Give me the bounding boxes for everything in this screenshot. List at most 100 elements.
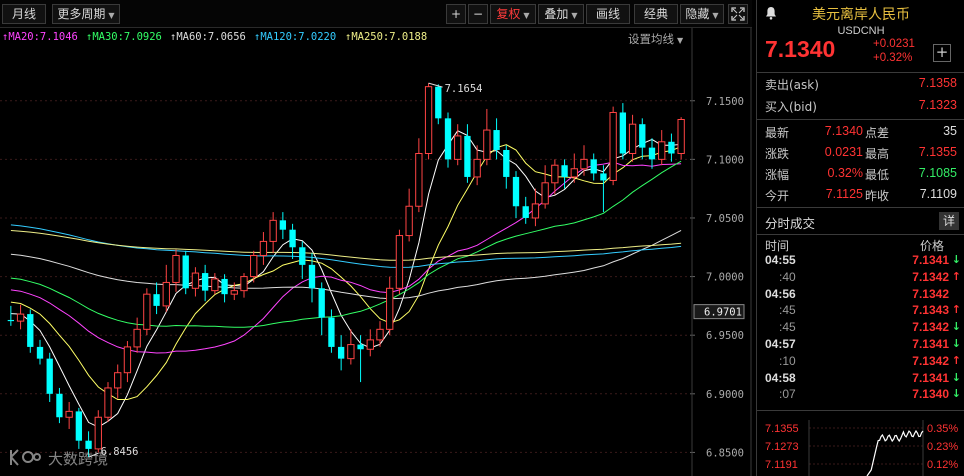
candle bbox=[503, 145, 510, 189]
trade-price: 7.1342 bbox=[912, 286, 949, 301]
candle-body bbox=[289, 229, 296, 248]
divider bbox=[757, 410, 964, 411]
more-periods-dropdown[interactable]: 更多周期 ▼ bbox=[52, 4, 120, 24]
candle bbox=[240, 273, 248, 298]
zoom-in-button[interactable]: + bbox=[446, 4, 466, 24]
candle-body bbox=[628, 123, 637, 154]
candle bbox=[16, 304, 25, 330]
candle bbox=[531, 188, 540, 227]
trade-price: 7.1341 bbox=[912, 253, 949, 267]
candle bbox=[541, 165, 549, 209]
candles bbox=[7, 83, 685, 458]
candle-body bbox=[658, 141, 666, 160]
candle bbox=[590, 153, 597, 181]
trade-time: :07 bbox=[779, 387, 796, 402]
pct-value: 0.32% bbox=[827, 166, 863, 180]
candle-body bbox=[444, 118, 452, 160]
candle-body bbox=[133, 328, 141, 348]
period-month-button[interactable]: 月线 bbox=[2, 4, 46, 24]
ma-line bbox=[10, 229, 682, 300]
mini-price-label: 7.1273 bbox=[765, 441, 799, 453]
candle-body bbox=[7, 319, 15, 322]
candle-body bbox=[512, 176, 520, 207]
classic-button[interactable]: 经典 bbox=[634, 4, 678, 24]
ma-line bbox=[10, 144, 682, 400]
candle bbox=[191, 267, 200, 297]
candle-body bbox=[347, 344, 355, 360]
candle-body bbox=[473, 158, 481, 178]
divider bbox=[757, 72, 964, 73]
candle bbox=[221, 274, 228, 303]
candle bbox=[211, 273, 219, 295]
candle-body bbox=[230, 290, 238, 295]
candle bbox=[328, 309, 335, 353]
candle-body bbox=[16, 313, 25, 322]
trade-row: :40 7.1342 ↑ bbox=[757, 270, 964, 287]
candle bbox=[435, 84, 442, 125]
candle bbox=[580, 145, 588, 176]
chart-grid bbox=[0, 0, 752, 476]
candle-body bbox=[65, 410, 73, 418]
candle-body bbox=[580, 158, 588, 170]
trades-detail-button[interactable]: 详 bbox=[939, 212, 959, 230]
candle-body bbox=[454, 135, 462, 160]
candle bbox=[357, 335, 364, 383]
candle bbox=[7, 305, 15, 326]
trade-row: 04:56 7.1342 bbox=[757, 287, 964, 304]
trades-title: 分时成交 bbox=[765, 216, 816, 231]
ma-line bbox=[10, 230, 682, 261]
ma-line bbox=[10, 161, 682, 354]
adjust-label: 复权 bbox=[496, 7, 521, 21]
candle bbox=[619, 103, 627, 160]
candlestick-chart[interactable]: 7.1500 7.1000 7.0500 7.0000 6.9500 6.9000 6.85… bbox=[0, 0, 752, 476]
hide-dropdown[interactable]: 隐藏 ▼ bbox=[680, 4, 724, 24]
candle bbox=[123, 341, 132, 383]
ma-settings-dropdown[interactable]: 设置均线 ▼ bbox=[628, 31, 683, 47]
adjust-dropdown[interactable]: 复权 ▼ bbox=[490, 4, 536, 24]
bid-value: 7.1323 bbox=[918, 98, 957, 112]
trade-row: :10 7.1342 ↑ bbox=[757, 354, 964, 371]
overlay-label: 叠加 bbox=[544, 7, 569, 21]
arrow-down-icon: ↓ bbox=[951, 320, 961, 334]
candle-body bbox=[299, 247, 306, 265]
arrow-down-icon: ↓ bbox=[951, 387, 961, 401]
draw-line-button[interactable]: 画线 bbox=[586, 4, 630, 24]
latest-value: 7.1340 bbox=[824, 124, 863, 138]
candle bbox=[366, 329, 374, 357]
candle bbox=[27, 309, 34, 353]
overlay-dropdown[interactable]: 叠加 ▼ bbox=[538, 4, 584, 24]
trade-price: 7.1343 bbox=[912, 303, 949, 318]
instrument-name: 美元离岸人民币 bbox=[812, 7, 910, 23]
fullscreen-button[interactable] bbox=[728, 4, 748, 24]
candle-body bbox=[172, 254, 180, 283]
candle-body bbox=[221, 278, 228, 295]
candle-body bbox=[668, 141, 675, 154]
candle-body bbox=[104, 387, 112, 418]
pct-label: 涨幅 bbox=[765, 168, 790, 182]
candle bbox=[386, 276, 394, 336]
candle bbox=[677, 117, 685, 160]
hide-label: 隐藏 bbox=[685, 7, 710, 21]
change-value: 0.0231 bbox=[824, 145, 863, 159]
prev-close-label: 昨收 bbox=[865, 189, 890, 203]
candle bbox=[143, 288, 151, 336]
candle-body bbox=[648, 147, 656, 160]
zoom-out-button[interactable]: − bbox=[468, 4, 488, 24]
high-value: 7.1355 bbox=[918, 145, 957, 159]
y-axis-labels: 7.1500 7.1000 7.0500 7.0000 6.9500 6.9000 6.85… bbox=[706, 96, 744, 460]
candle bbox=[444, 112, 452, 168]
candle bbox=[454, 124, 462, 166]
candle bbox=[65, 402, 73, 429]
trades-header: 分时成交 详 bbox=[757, 208, 964, 234]
last-price: 7.1340 bbox=[765, 36, 836, 62]
add-watchlist-button[interactable]: + bbox=[933, 44, 951, 62]
candle-body bbox=[191, 272, 200, 289]
candle bbox=[522, 196, 529, 224]
candle-body bbox=[493, 130, 500, 150]
intraday-mini-chart[interactable]: 7.1355 0.35% 7.1273 0.23% 7.1191 0.12% bbox=[757, 420, 964, 476]
candle-body bbox=[259, 240, 268, 256]
candle bbox=[299, 241, 306, 279]
chevron-down-icon: ▼ bbox=[712, 11, 719, 20]
prev-close-value: 7.1109 bbox=[919, 187, 957, 201]
y-tick-label: 7.1000 bbox=[706, 154, 744, 166]
